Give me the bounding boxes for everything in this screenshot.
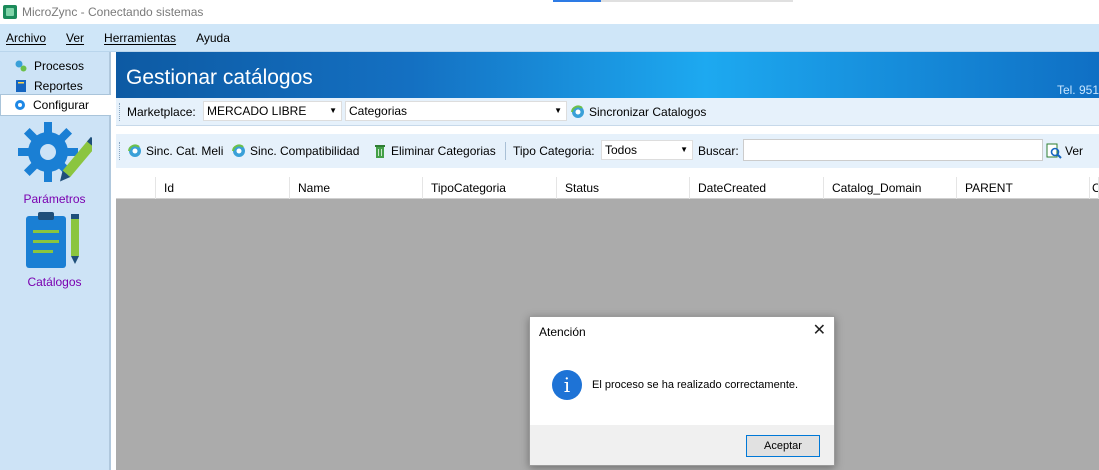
- column-header-next[interactable]: C: [1090, 177, 1099, 199]
- ok-button[interactable]: Aceptar: [746, 435, 820, 457]
- sync-catalogs-label: Sincronizar Catalogos: [589, 105, 707, 119]
- eliminar-categorias-label: Eliminar Categorias: [391, 144, 496, 158]
- dialog-message: El proceso se ha realizado correctamente…: [592, 379, 799, 391]
- search-document-icon: [1046, 143, 1062, 159]
- window-title: MicroZync - Conectando sistemas: [22, 5, 204, 19]
- tipo-categoria-select[interactable]: Todos ▼: [601, 140, 693, 160]
- title-bar: MicroZync - Conectando sistemas: [0, 0, 1099, 24]
- toolbar-separator: [505, 142, 506, 160]
- tipo-categoria-label: Tipo Categoria:: [513, 144, 595, 158]
- menu-bar: Archivo Ver Herramientas Ayuda: [0, 24, 1099, 52]
- app-logo-icon: [3, 5, 17, 19]
- page-header: Gestionar catálogos Tel. 951: [116, 52, 1099, 98]
- catalog-type-value: Categorias: [349, 104, 408, 118]
- search-input[interactable]: [743, 139, 1043, 161]
- catalog-type-select[interactable]: Categorias ▼: [345, 101, 567, 121]
- marketplace-label: Marketplace:: [127, 105, 196, 119]
- page-title: Gestionar catálogos: [126, 66, 313, 89]
- nav-panel: Parámetros Catálogos: [0, 116, 109, 470]
- menu-herramientas[interactable]: Herramientas: [104, 31, 176, 45]
- sinc-cat-meli-button[interactable]: Sinc. Cat. Meli: [127, 143, 223, 159]
- nav-tab-reportes[interactable]: Reportes: [0, 76, 111, 96]
- dialog-title: Atención: [539, 325, 586, 339]
- column-header-rowselect[interactable]: [116, 177, 156, 199]
- nav-tab-label: Configurar: [33, 98, 90, 112]
- chevron-down-icon: ▼: [329, 106, 337, 115]
- nav-tab-configurar[interactable]: Configurar: [0, 94, 111, 116]
- nav-tab-label: Procesos: [34, 59, 85, 73]
- marketplace-select[interactable]: MERCADO LIBRE ▼: [203, 101, 342, 121]
- sinc-cat-meli-label: Sinc. Cat. Meli: [146, 144, 224, 158]
- toolbar-grip[interactable]: [119, 142, 122, 160]
- column-header-catalog-domain[interactable]: Catalog_Domain: [824, 177, 957, 199]
- nav-tab-label: Reportes: [34, 79, 83, 93]
- nav-item-catalogos[interactable]: Catálogos: [0, 275, 109, 289]
- toolbar-grip[interactable]: [119, 103, 122, 121]
- report-icon: [16, 80, 26, 92]
- eliminar-categorias-button[interactable]: Eliminar Categorias: [372, 143, 496, 159]
- buscar-label: Buscar:: [698, 144, 739, 158]
- settings-icon: [15, 100, 25, 110]
- menu-archivo[interactable]: Archivo: [6, 31, 46, 45]
- info-icon: i: [552, 370, 582, 400]
- column-header-status[interactable]: Status: [557, 177, 690, 199]
- clipboard-pencil-icon[interactable]: [24, 210, 84, 272]
- column-header-id[interactable]: Id: [156, 177, 290, 199]
- sync-gear-icon: [128, 144, 141, 157]
- menu-ver[interactable]: Ver: [66, 31, 84, 45]
- column-header-tipocategoria[interactable]: TipoCategoria: [423, 177, 557, 199]
- sinc-compatibilidad-label: Sinc. Compatibilidad: [250, 144, 360, 158]
- left-nav: Procesos Reportes Configurar Parámetros …: [0, 52, 111, 470]
- sync-gear-icon: [232, 144, 245, 157]
- nav-tab-procesos[interactable]: Procesos: [0, 56, 111, 76]
- gears-icon: [15, 60, 27, 72]
- menu-ayuda[interactable]: Ayuda: [196, 31, 230, 45]
- phone-text: Tel. 951: [1056, 83, 1099, 97]
- tipo-categoria-value: Todos: [605, 143, 638, 157]
- column-header-datecreated[interactable]: DateCreated: [690, 177, 824, 199]
- alert-dialog: Atención ✕ i El proceso se ha realizado …: [529, 316, 835, 466]
- column-header-parent[interactable]: PARENT: [957, 177, 1090, 199]
- column-header-name[interactable]: Name: [290, 177, 423, 199]
- taskbar-strip-active: [553, 0, 601, 2]
- close-icon[interactable]: ✕: [813, 320, 826, 340]
- sync-catalogs-button[interactable]: Sincronizar Catalogos: [570, 104, 706, 120]
- marketplace-value: MERCADO LIBRE: [207, 104, 307, 118]
- ver-label: Ver: [1065, 144, 1084, 158]
- ver-button[interactable]: Ver: [1046, 143, 1083, 159]
- chevron-down-icon: ▼: [680, 145, 688, 154]
- marketplace-toolbar: Marketplace: MERCADO LIBRE ▼ Categorias …: [116, 98, 1099, 126]
- sinc-compatibilidad-button[interactable]: Sinc. Compatibilidad: [231, 143, 359, 159]
- chevron-down-icon: ▼: [554, 106, 562, 115]
- nav-item-parametros[interactable]: Parámetros: [0, 192, 109, 206]
- sync-gear-icon: [571, 105, 584, 118]
- gear-pencil-icon[interactable]: [16, 120, 92, 190]
- grid-header: Id Name TipoCategoria Status DateCreated…: [116, 177, 1099, 199]
- actions-toolbar: Sinc. Cat. Meli Sinc. Compatibilidad Eli…: [116, 134, 1099, 168]
- trash-icon: [375, 145, 385, 158]
